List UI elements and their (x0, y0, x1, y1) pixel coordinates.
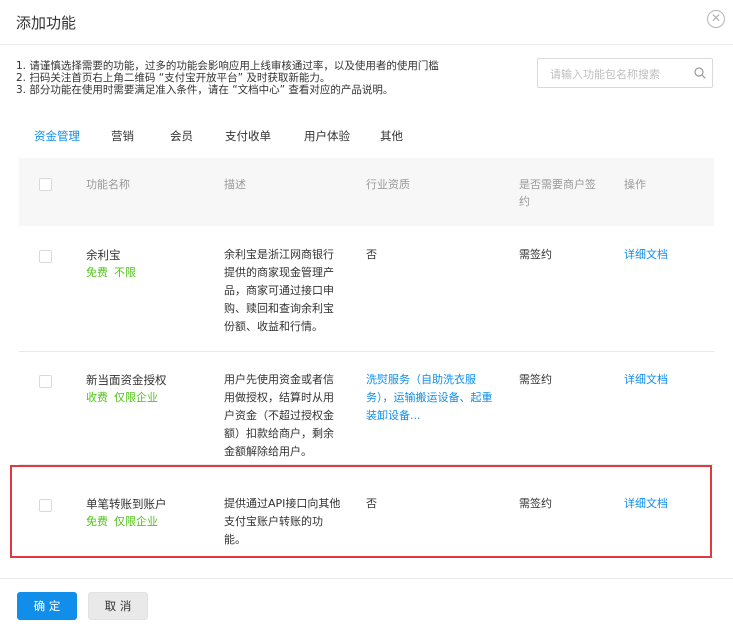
row-divider (19, 351, 714, 352)
scope-label: 仅限企业 (114, 391, 158, 404)
tab-fund-management[interactable]: 资金管理 (34, 128, 80, 144)
cancel-button[interactable]: 取 消 (88, 592, 148, 620)
price-label: 免费 (86, 266, 108, 279)
price-tag: 收费 仅限企业 (86, 389, 164, 405)
header-name: 功能名称 (86, 178, 130, 191)
tab-marketing[interactable]: 营销 (111, 128, 134, 144)
header-sign: 是否需要商户签约 (519, 178, 596, 208)
tab-payment[interactable]: 支付收单 (225, 128, 271, 144)
detail-doc-link[interactable]: 详细文档 (624, 371, 668, 389)
price-label: 收费 (86, 391, 108, 404)
footer-divider (0, 578, 733, 579)
note-line: 2. 扫码关注首页右上角二维码 “支付宝开放平台” 及时获取新能力。 (16, 72, 331, 84)
close-circle-icon[interactable]: ✕ (707, 10, 725, 28)
function-description: 余利宝是浙江网商银行提供的商家现金管理产品，商家可通过接口申购、赎回和查询余利宝… (224, 248, 334, 333)
function-name: 余利宝 (86, 248, 121, 262)
tab-membership[interactable]: 会员 (170, 128, 193, 144)
sign-requirement: 需签约 (519, 373, 552, 386)
confirm-button[interactable]: 确 定 (17, 592, 77, 620)
function-description: 用户先使用资金或者信用做授权，结算时从用户资金（不超过授权金额）扣款给商户，剩余… (224, 373, 334, 458)
notes: 1. 请谨慎选择需要的功能，过多的功能会影响应用上线审核通过率，以及使用者的使用… (16, 60, 516, 96)
price-tag: 免费 不限 (86, 264, 142, 280)
table-header: 功能名称 描述 行业资质 是否需要商户签约 操作 (19, 158, 714, 226)
row-checkbox[interactable] (39, 250, 52, 263)
header-action: 操作 (624, 178, 646, 191)
title-divider (0, 44, 733, 45)
header-qualification: 行业资质 (366, 178, 410, 191)
dialog-title: 添加功能 (16, 14, 77, 32)
tab-user-experience[interactable]: 用户体验 (304, 128, 350, 144)
scope-label: 不限 (114, 266, 136, 279)
search-icon[interactable] (693, 66, 707, 80)
header-description: 描述 (224, 178, 246, 191)
qualification-link[interactable]: 洗熨服务（自助洗衣服务），运输搬运设备、起重装卸设备... (366, 371, 501, 425)
qualification: 否 (366, 248, 377, 261)
highlight-box (10, 465, 712, 558)
detail-doc-link[interactable]: 详细文档 (624, 246, 668, 264)
note-line: 1. 请谨慎选择需要的功能，过多的功能会影响应用上线审核通过率，以及使用者的使用… (16, 60, 439, 72)
select-all-checkbox[interactable] (39, 178, 52, 191)
tab-other[interactable]: 其他 (380, 128, 403, 144)
sign-requirement: 需签约 (519, 248, 552, 261)
row-checkbox[interactable] (39, 375, 52, 388)
search-input[interactable] (550, 66, 690, 82)
search-box[interactable] (537, 58, 713, 88)
function-name: 新当面资金授权 (86, 373, 167, 387)
note-line: 3. 部分功能在使用时需要满足准入条件，请在 “文档中心” 查看对应的产品说明。 (16, 84, 394, 96)
